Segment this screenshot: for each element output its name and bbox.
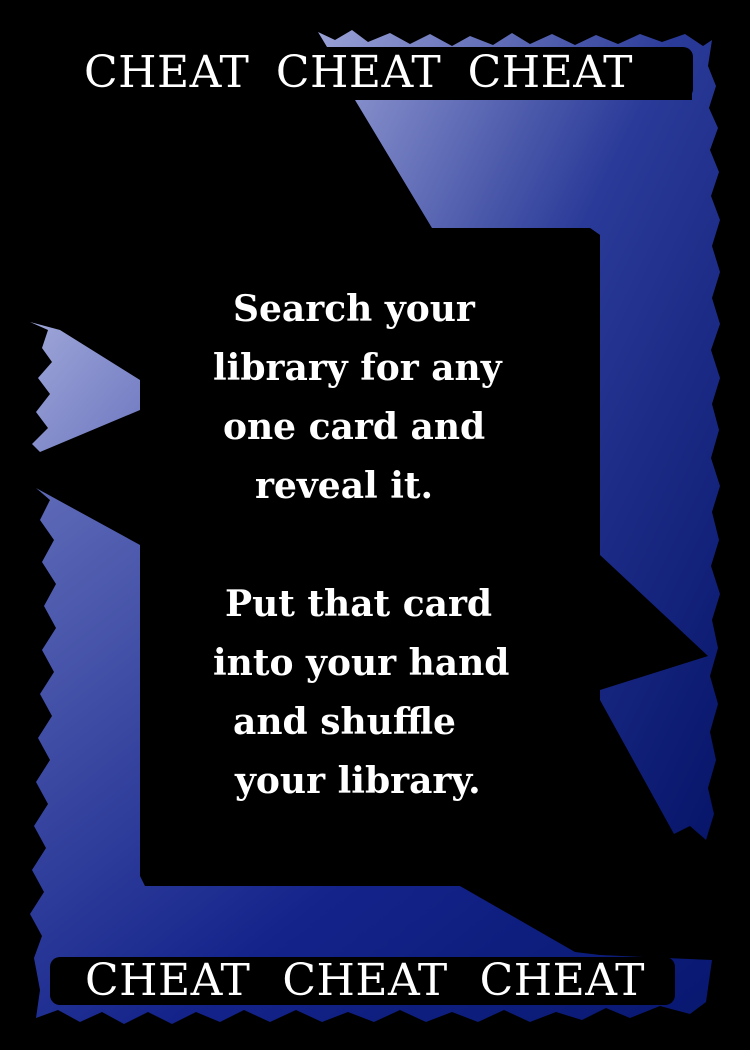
left-arrow-shape [30,322,140,452]
rules-line: and shuffle [233,701,456,743]
rules-line: one card and [223,406,486,448]
bottom-banner: CHEAT CHEAT CHEAT [50,957,675,1005]
rules-line: your library. [235,760,481,802]
top-banner-word-1: CHEAT [84,47,250,98]
rules-line: library for any [213,347,502,389]
rules-line: Search your [233,288,475,330]
cheat-card[interactable]: CHEAT CHEAT CHEAT Search your library fo… [0,0,750,1050]
top-banner: CHEAT CHEAT CHEAT [56,47,693,99]
rules-line: Put that card [225,583,493,625]
bottom-banner-word-3: CHEAT [479,955,645,1006]
rules-line: reveal it. [255,465,434,507]
top-banner-word-3: CHEAT [467,47,633,98]
rules-line: into your hand [213,642,510,684]
bottom-banner-word-2: CHEAT [282,955,448,1006]
top-banner-word-2: CHEAT [275,47,442,98]
bottom-banner-word-1: CHEAT [85,955,251,1006]
rules-text: Search your library for any one card and… [145,280,585,811]
